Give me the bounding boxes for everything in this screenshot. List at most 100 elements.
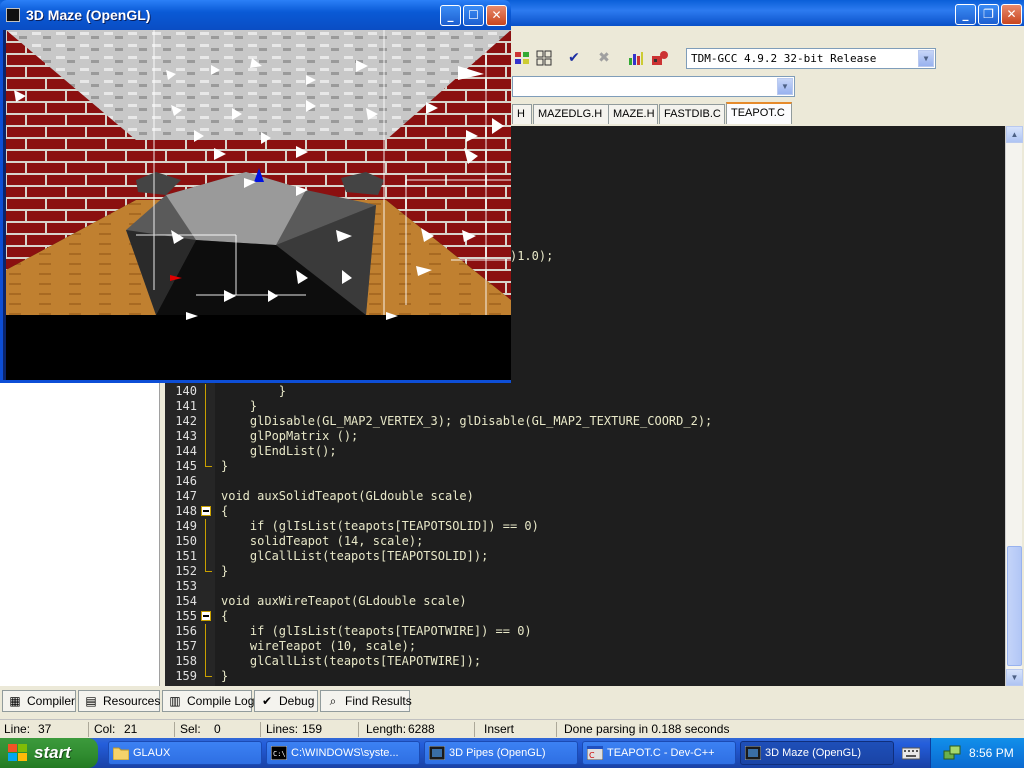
chevron-down-icon[interactable]: ▼ xyxy=(777,78,793,95)
code-line[interactable]: 155 { xyxy=(165,609,1005,624)
code-line[interactable]: 144 glEndList(); xyxy=(165,444,1005,459)
code-text: } xyxy=(221,669,229,683)
maze-window[interactable]: 3D Maze (OpenGL) _ ☐ ✕ xyxy=(0,0,511,383)
line-number: 145 xyxy=(175,459,197,473)
task-label: 3D Pipes (OpenGL) xyxy=(449,747,546,759)
maze-minimize-button[interactable]: _ xyxy=(440,5,461,26)
code-line[interactable]: 158 glCallList(teapots[TEAPOTWIRE]); xyxy=(165,654,1005,669)
code-text: } xyxy=(221,564,229,578)
folder-icon xyxy=(113,747,129,760)
fold-toggle-icon[interactable] xyxy=(201,611,211,621)
code-line[interactable]: 157 wireTeapot (10, scale); xyxy=(165,639,1005,654)
fold-line-marker xyxy=(205,519,206,534)
task-label: C:\WINDOWS\syste... xyxy=(291,747,399,759)
code-line[interactable]: 154 void auxWireTeapot(GLdouble scale) xyxy=(165,594,1005,609)
network-icon[interactable] xyxy=(943,745,961,761)
status-sel-label: Sel: xyxy=(180,722,201,736)
windows-logo-icon xyxy=(8,744,27,761)
status-bar: Line: 37 Col: 21 Sel: 0 Lines: 159 Lengt… xyxy=(0,719,1024,738)
code-text: { xyxy=(221,609,229,623)
compiler-select[interactable]: TDM-GCC 4.9.2 32-bit Release ▼ xyxy=(686,48,936,69)
tab-h[interactable]: H xyxy=(512,104,532,124)
maze-3d-view[interactable] xyxy=(6,30,511,380)
compiler-icon: ▦ xyxy=(9,694,21,708)
scroll-up-icon[interactable]: ▲ xyxy=(1006,126,1023,143)
tab-compile-log[interactable]: ▥ Compile Log xyxy=(162,690,255,712)
task-devcpp[interactable]: C TEAPOT.C - Dev-C++ xyxy=(582,741,736,765)
task-3d-maze[interactable]: 3D Maze (OpenGL) xyxy=(740,741,894,765)
code-text: glDisable(GL_MAP2_VERTEX_3); glDisable(G… xyxy=(221,414,713,428)
function-select[interactable]: ▼ xyxy=(512,76,795,97)
code-text: } xyxy=(221,459,229,473)
code-line[interactable]: 146 xyxy=(165,474,1005,489)
code-line[interactable]: 143 glPopMatrix (); xyxy=(165,429,1005,444)
profile-icon[interactable] xyxy=(650,48,670,68)
code-text: } xyxy=(221,399,258,413)
tab-resources[interactable]: ▤ Resources xyxy=(78,690,160,712)
code-text: wireTeapot (10, scale); xyxy=(221,639,417,653)
code-line[interactable]: 145} xyxy=(165,459,1005,474)
code-line[interactable]: 147 void auxSolidTeapot(GLdouble scale) xyxy=(165,489,1005,504)
code-line[interactable]: 153 xyxy=(165,579,1005,594)
fold-line-marker xyxy=(205,444,206,459)
fold-line-marker xyxy=(205,654,206,669)
code-line[interactable]: 142 glDisable(GL_MAP2_VERTEX_3); glDisab… xyxy=(165,414,1005,429)
fold-toggle-icon[interactable] xyxy=(201,506,211,516)
grid-icon[interactable] xyxy=(534,48,554,68)
fold-line-marker xyxy=(205,414,206,429)
code-text: glCallList(teapots[TEAPOTSOLID]); xyxy=(221,549,489,563)
line-number: 142 xyxy=(175,414,197,428)
code-text: glEndList(); xyxy=(221,444,337,458)
tab-compiler[interactable]: ▦ Compiler xyxy=(2,690,76,712)
svg-text:C: C xyxy=(589,751,595,760)
tab-find-results[interactable]: ⌕ Find Results xyxy=(320,690,412,712)
layout-icon[interactable] xyxy=(512,48,532,68)
status-sel-value: 0 xyxy=(214,722,221,736)
keyboard-icon[interactable] xyxy=(902,746,920,760)
clock[interactable]: 8:56 PM xyxy=(969,738,1014,768)
code-line[interactable]: 156 if (glIsList(teapots[TEAPOTWIRE]) ==… xyxy=(165,624,1005,639)
scroll-thumb[interactable] xyxy=(1007,546,1022,666)
maze-titlebar[interactable]: 3D Maze (OpenGL) _ ☐ ✕ xyxy=(0,0,511,30)
minimize-button[interactable]: _ xyxy=(955,4,976,25)
code-line[interactable]: 159} xyxy=(165,669,1005,684)
vertical-scrollbar[interactable]: ▲ ▼ xyxy=(1005,126,1023,686)
scroll-down-icon[interactable]: ▼ xyxy=(1006,669,1023,686)
tab-fastdib-c[interactable]: FASTDIB.C xyxy=(659,104,725,124)
code-line[interactable]: 150 solidTeapot (14, scale); xyxy=(165,534,1005,549)
fold-line-marker xyxy=(205,549,206,564)
restore-button[interactable]: ❐ xyxy=(978,4,999,25)
code-text: } xyxy=(221,384,287,398)
chevron-down-icon[interactable]: ▼ xyxy=(918,50,934,67)
chart-icon[interactable] xyxy=(626,48,646,68)
check-icon[interactable]: ✔ xyxy=(564,48,584,68)
fold-end-marker xyxy=(205,564,212,572)
task-cmd[interactable]: C:\ C:\WINDOWS\syste... xyxy=(266,741,420,765)
start-button[interactable]: start xyxy=(0,738,98,768)
line-number: 155 xyxy=(175,609,197,623)
tab-mazedlg-h[interactable]: MAZEDLG.H xyxy=(533,104,615,124)
tab-maze-h[interactable]: MAZE.H xyxy=(608,104,658,124)
task-3d-pipes[interactable]: 3D Pipes (OpenGL) xyxy=(424,741,578,765)
fold-line-marker xyxy=(205,384,206,399)
code-line[interactable]: 140 } xyxy=(165,384,1005,399)
code-line[interactable]: 149 if (glIsList(teapots[TEAPOTSOLID]) =… xyxy=(165,519,1005,534)
code-line[interactable]: 148 { xyxy=(165,504,1005,519)
tab-label: Compile Log xyxy=(187,694,255,708)
code-line[interactable]: 151 glCallList(teapots[TEAPOTSOLID]); xyxy=(165,549,1005,564)
screensaver-icon xyxy=(429,746,445,760)
code-line[interactable]: 152} xyxy=(165,564,1005,579)
tab-teapot-c[interactable]: TEAPOT.C xyxy=(726,102,792,124)
status-lines-label: Lines: xyxy=(266,722,299,736)
project-browser[interactable] xyxy=(0,380,160,686)
task-glaux[interactable]: GLAUX xyxy=(108,741,262,765)
fold-line-marker xyxy=(205,624,206,639)
line-number: 159 xyxy=(175,669,197,683)
tab-debug[interactable]: ✔ Debug xyxy=(254,690,318,712)
close-button[interactable]: ✕ xyxy=(1001,4,1022,25)
code-line[interactable]: 141 } xyxy=(165,399,1005,414)
maze-close-button[interactable]: ✕ xyxy=(486,5,507,26)
maze-maximize-button[interactable]: ☐ xyxy=(463,5,484,26)
status-message: Done parsing in 0.188 seconds xyxy=(564,722,730,736)
delete-icon[interactable]: ✖ xyxy=(594,48,614,68)
